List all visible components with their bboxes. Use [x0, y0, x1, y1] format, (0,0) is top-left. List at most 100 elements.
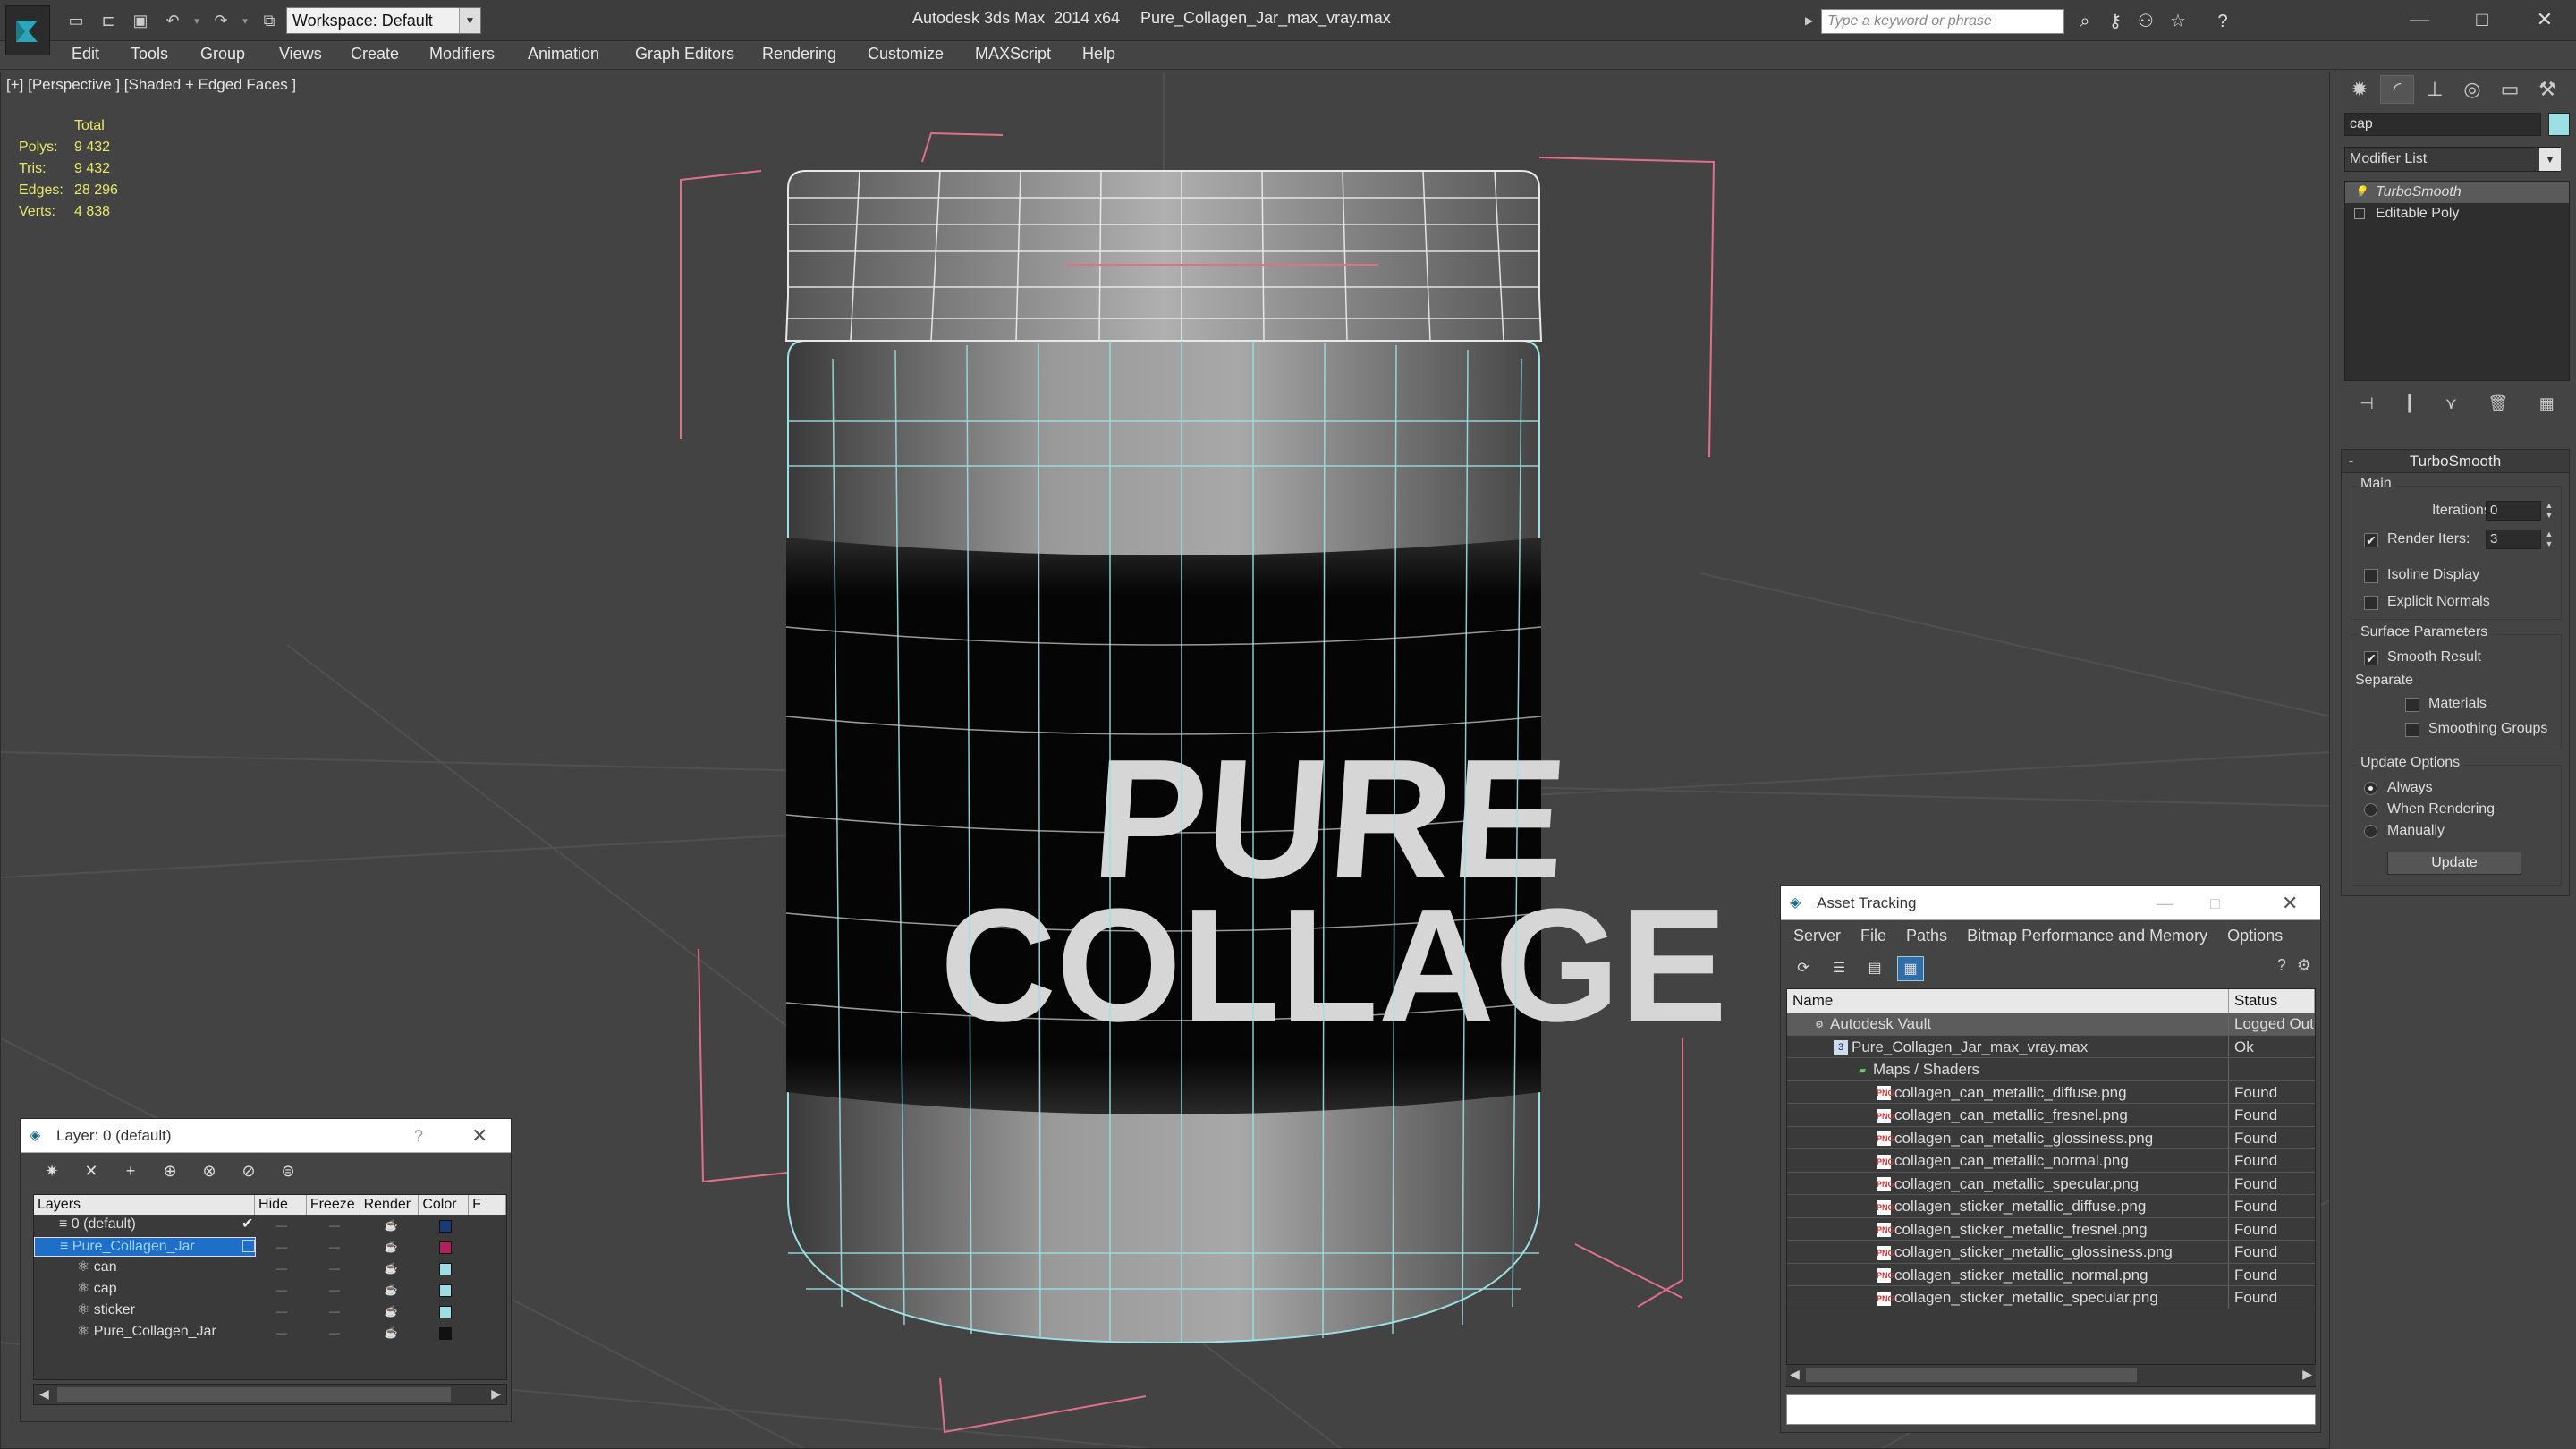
menu-rendering[interactable]: Rendering: [762, 45, 836, 64]
smoothing-groups-checkbox[interactable]: [2405, 723, 2419, 737]
star-icon[interactable]: ☆: [2165, 9, 2191, 34]
layer-window-titlebar[interactable]: ◈ Layer: 0 (default) ? ✕: [21, 1119, 511, 1153]
refresh-icon[interactable]: ⟳: [1790, 956, 1817, 981]
scrollbar-thumb[interactable]: [57, 1387, 451, 1402]
layer-row[interactable]: ⚛ cap — — ☕: [34, 1279, 506, 1301]
thumbnail-view-icon[interactable]: ▤: [1861, 956, 1888, 981]
jar-cap[interactable]: [784, 170, 1543, 342]
manually-radio[interactable]: [2364, 825, 2377, 838]
asset-row[interactable]: 3 Pure_Collagen_Jar_max_vray.max Ok: [1787, 1035, 2315, 1058]
spinner-arrows-icon[interactable]: ▲ ▼: [2543, 501, 2555, 521]
column-header[interactable]: Status: [2229, 989, 2315, 1013]
hierarchy-tab-icon[interactable]: ⊥: [2418, 75, 2452, 104]
help-icon[interactable]: ?: [2209, 9, 2236, 34]
render-iters-spinner[interactable]: 3: [2486, 530, 2541, 549]
hide-toggle[interactable]: —: [256, 1323, 308, 1343]
menu-bitmap-performance[interactable]: Bitmap Performance and Memory: [1967, 927, 2207, 945]
search-input[interactable]: Type a keyword or phrase: [1821, 9, 2064, 34]
project-folder-icon[interactable]: ⧉: [256, 9, 283, 32]
asset-row[interactable]: ▰ Maps / Shaders: [1787, 1058, 2315, 1081]
scroll-left-icon[interactable]: ◀: [1790, 1367, 1800, 1382]
layer-color-swatch[interactable]: [439, 1326, 452, 1340]
menu-help[interactable]: Help: [1082, 45, 1115, 64]
help-icon[interactable]: ?: [2277, 956, 2286, 975]
close-icon[interactable]: ✕: [471, 1119, 487, 1153]
menu-maxscript[interactable]: MAXScript: [975, 45, 1051, 64]
scroll-left-icon[interactable]: ◀: [39, 1386, 49, 1402]
asset-row[interactable]: PNGcollagen_can_metallic_diffuse.png Fou…: [1787, 1080, 2315, 1104]
hide-toggle[interactable]: —: [256, 1216, 308, 1235]
asset-row[interactable]: PNGcollagen_can_metallic_normal.png Foun…: [1787, 1149, 2315, 1173]
minimize-icon[interactable]: —: [2388, 4, 2451, 36]
viewport-label[interactable]: [+] [Perspective ] [Shaded + Edged Faces…: [6, 76, 296, 94]
close-icon[interactable]: ✕: [2282, 886, 2298, 920]
asset-row[interactable]: PNGcollagen_sticker_metallic_normal.png …: [1787, 1263, 2315, 1286]
spinner-arrows-icon[interactable]: ▲ ▼: [2543, 530, 2555, 549]
delete-layer-icon[interactable]: ✕: [78, 1158, 105, 1183]
vault-settings-icon[interactable]: ⚙: [2297, 956, 2311, 975]
column-header[interactable]: Color: [419, 1195, 470, 1215]
menu-tools[interactable]: Tools: [131, 45, 168, 64]
asset-row[interactable]: PNGcollagen_can_metallic_glossiness.png …: [1787, 1126, 2315, 1149]
menu-views[interactable]: Views: [279, 45, 322, 64]
layer-row[interactable]: ⚛ Pure_Collagen_Jar — — ☕: [34, 1322, 506, 1343]
asset-row[interactable]: PNGcollagen_sticker_metallic_glossiness.…: [1787, 1241, 2315, 1264]
menu-edit[interactable]: Edit: [72, 45, 99, 64]
always-radio[interactable]: [2364, 782, 2377, 795]
hide-toggle[interactable]: —: [256, 1280, 308, 1300]
layer-color-swatch[interactable]: [439, 1284, 452, 1297]
menu-server[interactable]: Server: [1793, 927, 1841, 945]
asset-row[interactable]: PNGcollagen_sticker_metallic_diffuse.png…: [1787, 1195, 2315, 1218]
app-menu-logo-icon[interactable]: [5, 5, 50, 55]
render-teapot-icon[interactable]: ☕: [361, 1323, 420, 1343]
freeze-toggle[interactable]: —: [308, 1280, 361, 1300]
save-file-icon[interactable]: ▣: [127, 9, 154, 32]
update-button[interactable]: Update: [2387, 852, 2521, 875]
freeze-all-layers-icon[interactable]: ⊜: [275, 1158, 301, 1183]
freeze-toggle[interactable]: —: [308, 1237, 361, 1257]
close-icon[interactable]: ✕: [2513, 4, 2576, 36]
open-file-icon[interactable]: ⊏: [95, 9, 122, 32]
modify-tab-icon[interactable]: ◜: [2380, 75, 2414, 104]
freeze-toggle[interactable]: —: [308, 1301, 361, 1321]
layer-color-swatch[interactable]: [439, 1305, 452, 1318]
workspace-dropdown-icon[interactable]: ▼: [459, 8, 480, 33]
add-to-layer-icon[interactable]: +: [117, 1158, 144, 1183]
menu-options[interactable]: Options: [2227, 927, 2283, 945]
freeze-toggle[interactable]: —: [308, 1258, 361, 1278]
menu-customize[interactable]: Customize: [868, 45, 944, 64]
collapse-icon[interactable]: -: [2349, 450, 2353, 473]
rollout-header[interactable]: - TurboSmooth: [2342, 450, 2569, 473]
scrollbar-thumb[interactable]: [1806, 1368, 2137, 1382]
motion-tab-icon[interactable]: ◎: [2455, 75, 2489, 104]
menu-file[interactable]: File: [1860, 927, 1886, 945]
layer-color-swatch[interactable]: [439, 1262, 452, 1275]
explicit-normals-checkbox[interactable]: [2364, 596, 2378, 610]
layer-row[interactable]: ≡ Pure_Collagen_Jar — — ☕: [34, 1236, 506, 1258]
render-iters-checkbox[interactable]: ✔: [2364, 533, 2378, 547]
hide-all-layers-icon[interactable]: ⊘: [235, 1158, 262, 1183]
column-header[interactable]: Render: [360, 1195, 419, 1215]
asset-row[interactable]: PNGcollagen_sticker_metallic_fresnel.png…: [1787, 1217, 2315, 1241]
asset-row[interactable]: PNGcollagen_sticker_metallic_specular.pn…: [1787, 1286, 2315, 1309]
utilities-tab-icon[interactable]: ⚒: [2530, 75, 2564, 104]
smooth-result-checkbox[interactable]: ✔: [2364, 651, 2378, 665]
menu-create[interactable]: Create: [351, 45, 399, 64]
select-objects-icon[interactable]: ⊕: [157, 1158, 183, 1183]
create-tab-icon[interactable]: ✹: [2343, 75, 2377, 104]
column-header[interactable]: Name: [1787, 989, 2229, 1013]
hide-toggle[interactable]: —: [256, 1258, 308, 1278]
table-view-icon[interactable]: ▦: [1897, 956, 1924, 981]
menu-group[interactable]: Group: [200, 45, 245, 64]
redo-icon[interactable]: ↷: [208, 9, 234, 32]
materials-checkbox[interactable]: [2405, 698, 2419, 712]
show-end-result-icon[interactable]: ┃: [2404, 394, 2414, 413]
list-view-icon[interactable]: ☰: [1826, 956, 1852, 981]
new-layer-icon[interactable]: ✷: [38, 1158, 65, 1183]
column-header[interactable]: F: [469, 1195, 506, 1215]
maximize-icon[interactable]: □: [2451, 4, 2513, 36]
menu-modifiers[interactable]: Modifiers: [429, 45, 495, 64]
asset-path-field[interactable]: [1786, 1394, 2316, 1425]
render-teapot-icon[interactable]: ☕: [361, 1301, 420, 1321]
freeze-toggle[interactable]: —: [308, 1216, 361, 1235]
